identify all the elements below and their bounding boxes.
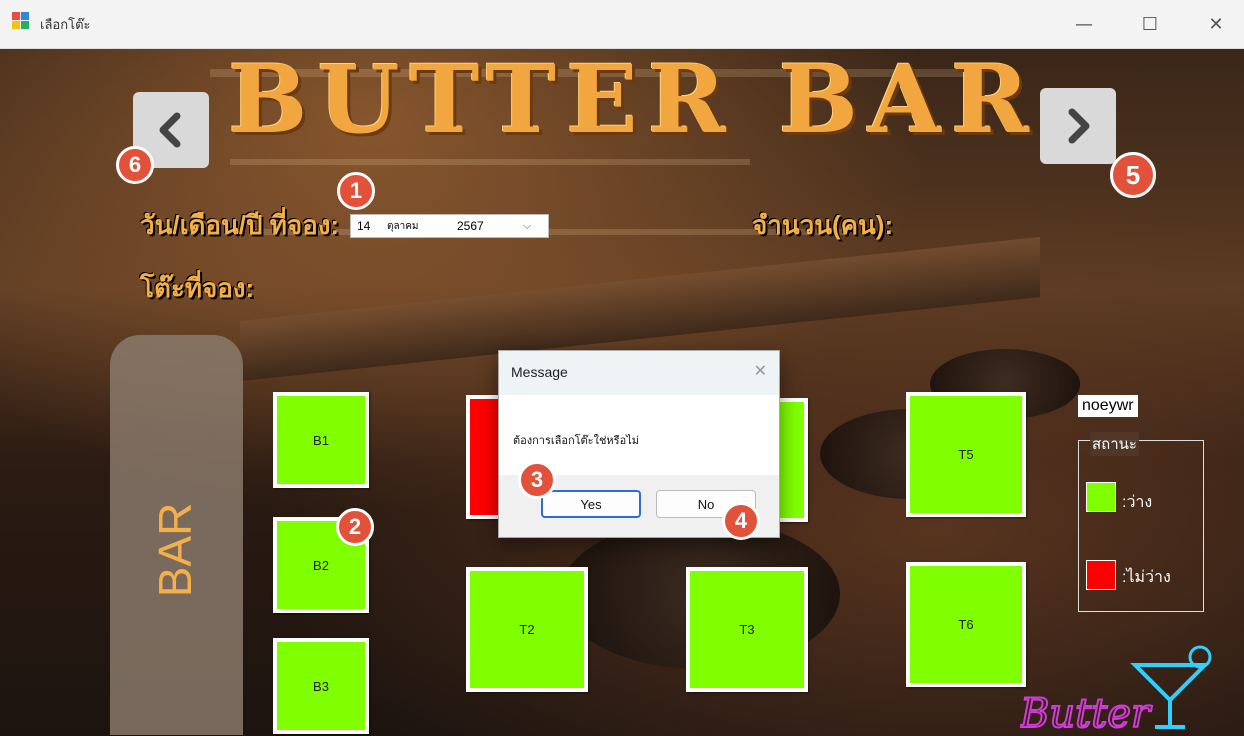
legend-occupied-swatch bbox=[1086, 560, 1116, 590]
table-b1[interactable]: B1 bbox=[273, 392, 369, 488]
legend-available-swatch bbox=[1086, 482, 1116, 512]
maximize-button[interactable]: ☐ bbox=[1128, 8, 1172, 40]
chevron-down-icon[interactable]: ⌵ bbox=[517, 220, 537, 233]
date-day: 14 bbox=[357, 219, 371, 233]
dialog-title: Message bbox=[511, 364, 568, 380]
close-icon: ✕ bbox=[1208, 13, 1224, 35]
cocktail-icon: Butter bbox=[1020, 645, 1212, 735]
table-label-b3: B3 bbox=[313, 678, 329, 694]
shelf bbox=[230, 159, 750, 165]
table-t2[interactable]: T2 bbox=[466, 567, 588, 692]
annotation-badge: 4 bbox=[722, 502, 760, 540]
close-button[interactable]: ✕ bbox=[1194, 8, 1238, 40]
neon-butter-text: Butter bbox=[1020, 691, 1153, 735]
table-label-b2: B2 bbox=[313, 557, 329, 573]
form-icon bbox=[12, 12, 30, 30]
brand-title: BUTTER BAR bbox=[228, 45, 1039, 155]
minimize-icon: — bbox=[1075, 13, 1093, 35]
maximize-icon: ☐ bbox=[1141, 13, 1159, 35]
username-label: noeywr bbox=[1078, 395, 1138, 417]
chevron-right-icon bbox=[1068, 108, 1090, 144]
table-label-t2: T2 bbox=[519, 622, 535, 637]
table-label-t3: T3 bbox=[739, 622, 755, 637]
window-title: เลือกโต๊ะ bbox=[40, 18, 91, 33]
next-button[interactable] bbox=[1040, 88, 1116, 164]
table-t6[interactable]: T6 bbox=[906, 562, 1026, 687]
table-label-t5: T5 bbox=[958, 447, 974, 462]
yes-button[interactable]: Yes bbox=[541, 490, 641, 518]
annotation-badge: 1 bbox=[337, 172, 375, 210]
annotation-badge: 5 bbox=[1110, 152, 1156, 198]
chevron-left-icon bbox=[159, 112, 181, 148]
date-year: 2567 bbox=[457, 219, 484, 233]
annotation-badge: 2 bbox=[336, 508, 374, 546]
bar-label: BAR bbox=[149, 502, 201, 598]
table-t3[interactable]: T3 bbox=[686, 567, 808, 692]
table-b3[interactable]: B3 bbox=[273, 638, 369, 734]
dialog-close-icon[interactable]: ✕ bbox=[754, 361, 767, 380]
legend-occupied-label: :ไม่ว่าง bbox=[1122, 569, 1171, 586]
date-month: ตุลาคม bbox=[387, 220, 419, 232]
dialog-message: ต้องการเลือกโต๊ะใช่หรือไม่ bbox=[513, 435, 639, 447]
date-label: วัน/เดือน/ปี ที่จอง: bbox=[140, 210, 340, 240]
status-legend-title: สถานะ bbox=[1090, 432, 1139, 456]
legend-available-label: :ว่าง bbox=[1122, 494, 1153, 511]
table-label: โต๊ะที่จอง: bbox=[140, 273, 255, 303]
table-label-b1: B1 bbox=[313, 432, 329, 448]
table-t5[interactable]: T5 bbox=[906, 392, 1026, 517]
annotation-badge: 6 bbox=[116, 146, 154, 184]
booking-date-picker[interactable]: 14 ตุลาคม 2567 ⌵ bbox=[350, 214, 549, 238]
minimize-button[interactable]: — bbox=[1062, 8, 1106, 40]
table-label-t6: T6 bbox=[958, 617, 974, 632]
annotation-badge: 3 bbox=[518, 461, 556, 499]
window-titlebar: เลือกโต๊ะ — ☐ ✕ bbox=[0, 0, 1244, 49]
people-label: จำนวน(คน): bbox=[752, 210, 894, 240]
